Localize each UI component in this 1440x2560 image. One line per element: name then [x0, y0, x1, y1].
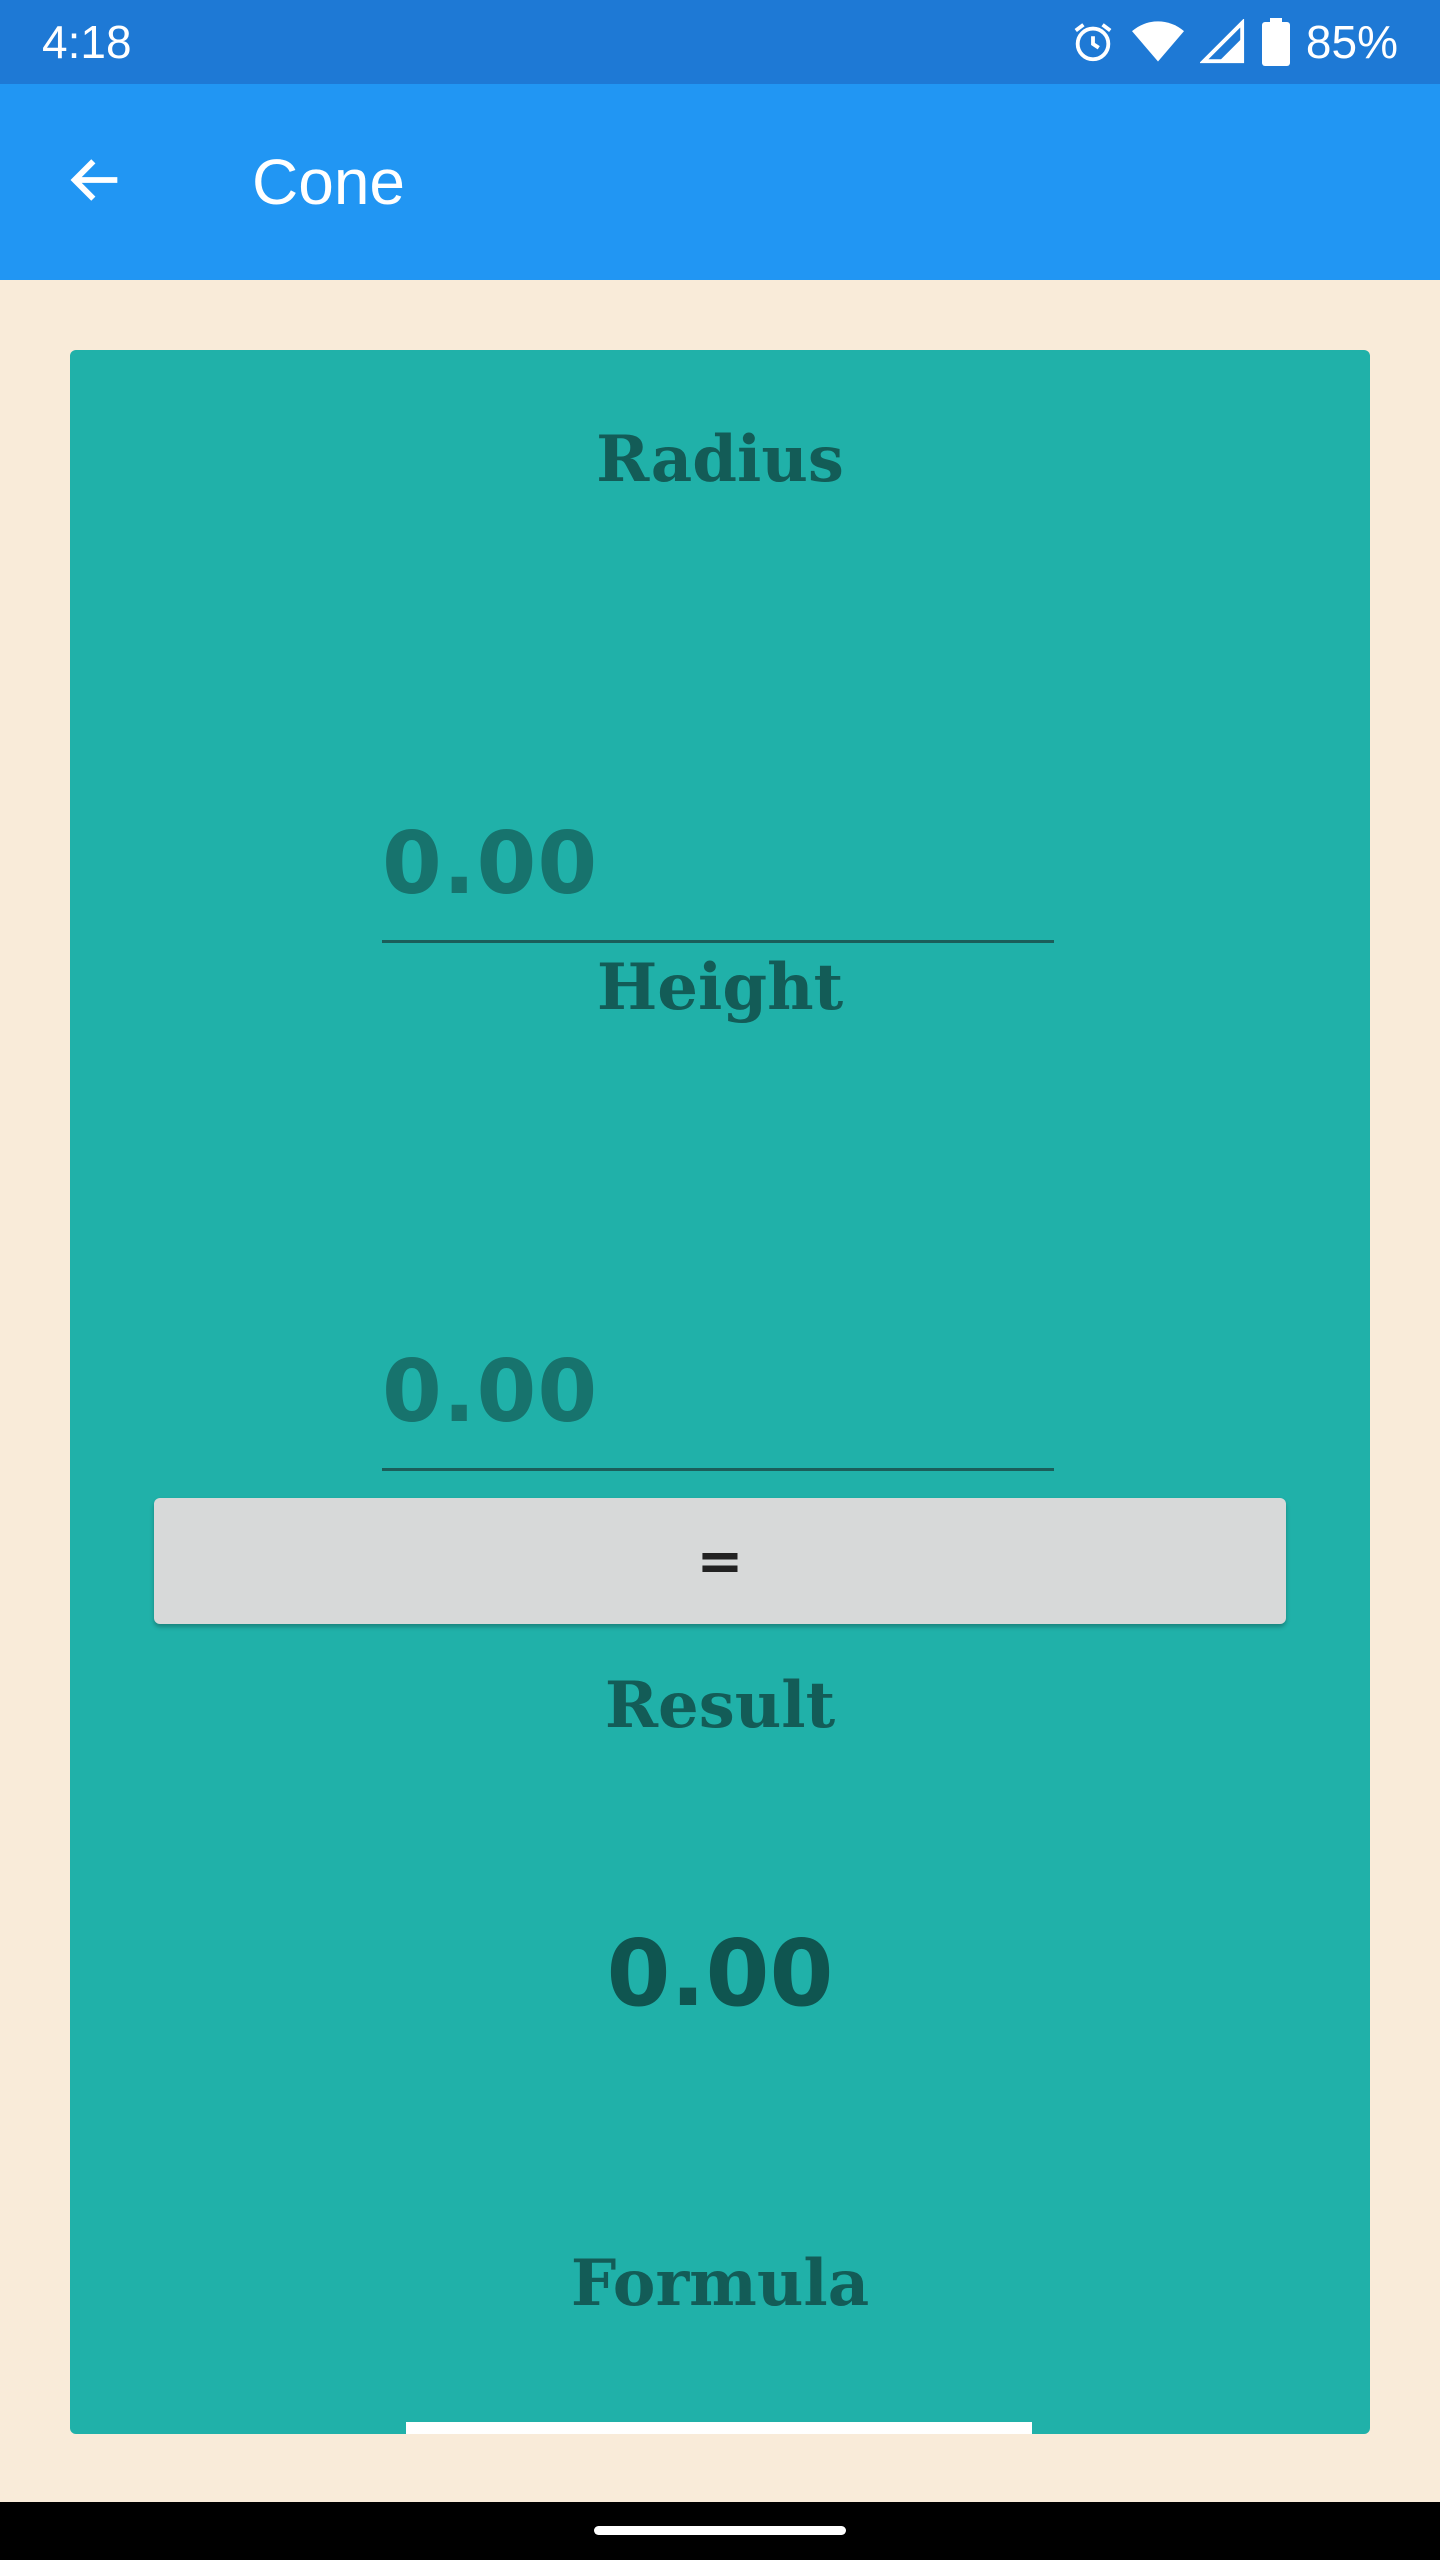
wifi-icon: [1131, 19, 1184, 65]
signal-icon: [1199, 19, 1246, 65]
height-input[interactable]: 0.00: [382, 1342, 1054, 1471]
result-value: 0.00: [606, 1920, 834, 2027]
status-time: 4:18: [42, 16, 132, 68]
calculator-card: Radius 0.00 Height 0.00 = Result 0.00 Fo…: [70, 350, 1370, 2434]
formula-image: [406, 2422, 1032, 2434]
back-button[interactable]: [48, 142, 144, 222]
formula-label: Formula: [570, 2246, 870, 2321]
equals-button[interactable]: =: [154, 1498, 1286, 1624]
app-bar: Cone: [0, 84, 1440, 280]
height-placeholder: 0.00: [382, 1342, 599, 1442]
result-label: Result: [604, 1668, 836, 1743]
arrow-back-icon: [64, 148, 128, 216]
page-title: Cone: [252, 146, 405, 218]
radius-placeholder: 0.00: [382, 814, 599, 914]
home-gesture-handle[interactable]: [594, 2526, 846, 2535]
height-label: Height: [596, 950, 844, 1025]
status-bar: 4:18 85%: [0, 0, 1440, 84]
battery-icon: [1261, 18, 1290, 66]
status-icons: 85%: [1070, 0, 1398, 84]
alarm-icon: [1070, 19, 1116, 65]
battery-percent: 85%: [1305, 16, 1398, 68]
radius-input[interactable]: 0.00: [382, 814, 1054, 943]
navigation-bar: [0, 2502, 1440, 2560]
radius-label: Radius: [596, 422, 844, 497]
